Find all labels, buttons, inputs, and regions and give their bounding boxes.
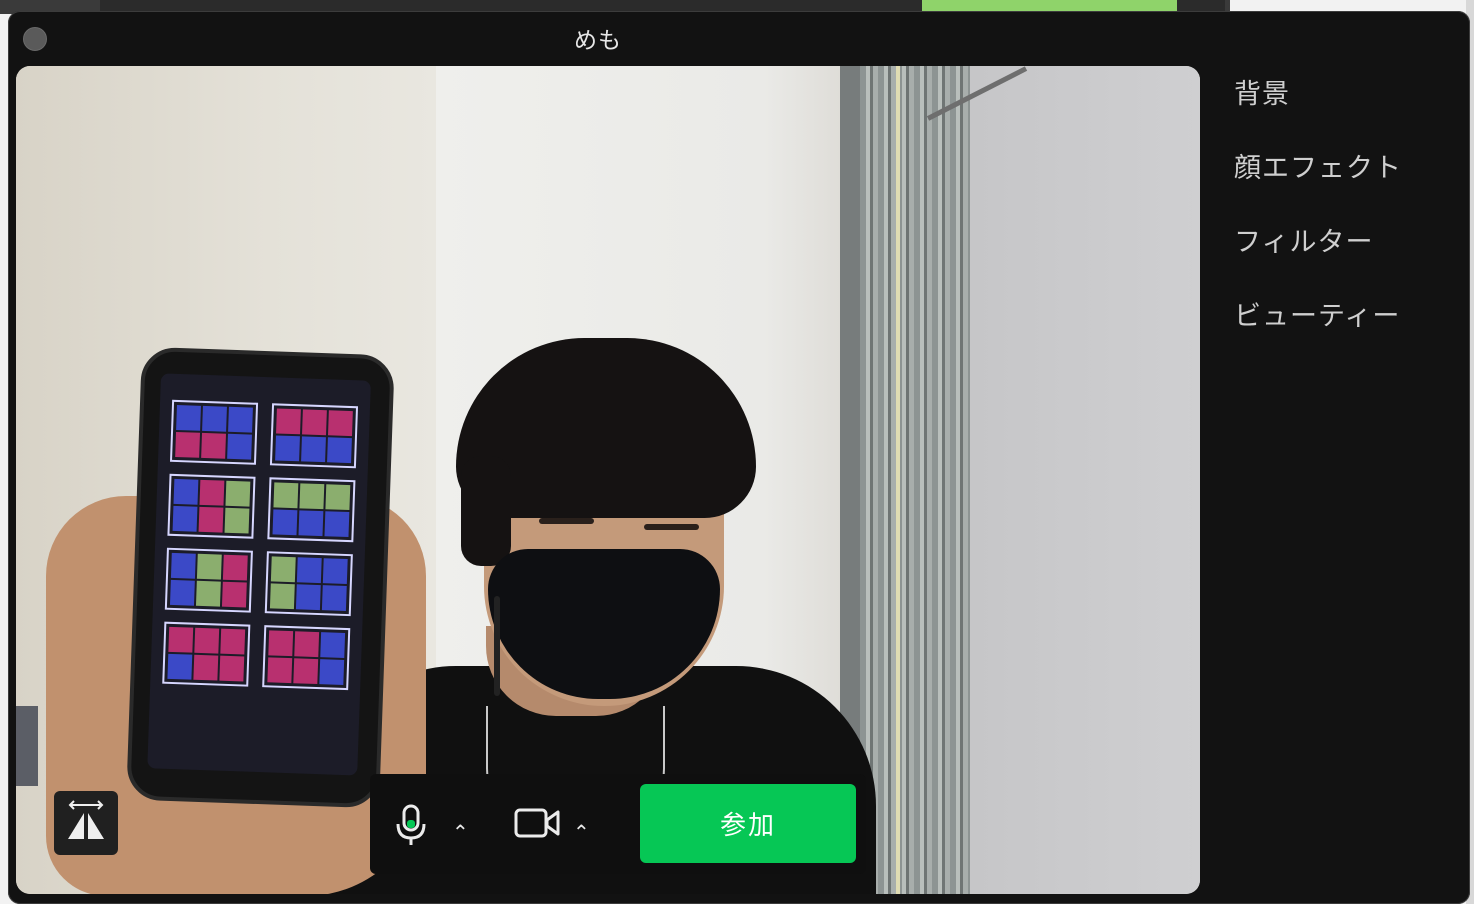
scene-window-blind (860, 66, 970, 894)
join-button[interactable]: 参加 (640, 784, 856, 863)
phone-tile (264, 551, 353, 617)
mirror-icon (64, 799, 108, 848)
person-eye-right (644, 524, 699, 530)
phone-tile (262, 625, 351, 691)
menu-item-filters[interactable]: フィルター (1234, 223, 1464, 297)
scene-monitor-edge (16, 706, 38, 786)
person-earphone-cord (494, 596, 500, 696)
phone-tile (269, 403, 359, 469)
scene-blind-cord (896, 66, 900, 894)
camera-preview-window: めも ⌃ ⌃ 参加 背景 顔エフェクト フィルター ビューティー (8, 11, 1470, 904)
camera-options-chevron-up-icon[interactable]: ⌃ (573, 823, 590, 843)
video-camera-icon (514, 808, 560, 838)
effects-menu: 背景 顔エフェクト フィルター ビューティー (1234, 75, 1464, 371)
menu-item-beauty[interactable]: ビューティー (1234, 297, 1464, 371)
phone-tile (162, 621, 251, 687)
microphone-icon (396, 804, 426, 845)
mirror-toggle-button[interactable] (54, 791, 118, 855)
smartphone-screen (147, 373, 371, 776)
phone-tile (164, 547, 253, 613)
person-hair-side (461, 456, 511, 566)
microphone-button[interactable] (392, 804, 432, 846)
phone-tile (169, 399, 259, 465)
person-eye-left (539, 518, 594, 524)
menu-item-face-effects[interactable]: 顔エフェクト (1234, 149, 1464, 223)
phone-tile (267, 477, 356, 543)
camera-preview (16, 66, 1200, 894)
window-title: めも (574, 27, 622, 53)
phone-tile (167, 473, 256, 539)
scene-wall-right (970, 66, 1200, 894)
menu-item-background[interactable]: 背景 (1234, 75, 1464, 149)
camera-button[interactable] (514, 806, 560, 842)
microphone-options-chevron-up-icon[interactable]: ⌃ (452, 823, 469, 843)
smartphone (126, 346, 395, 809)
